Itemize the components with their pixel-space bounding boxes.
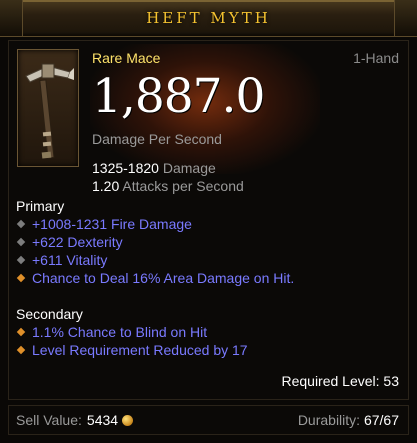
orange-diamond-icon (16, 273, 26, 283)
durability-label: Durability: (297, 412, 361, 428)
durability: Durability: 67/67 (298, 412, 399, 428)
dps-value: 1,887.0 (92, 69, 265, 124)
affix-text: +611 Vitality (32, 252, 108, 268)
speed-line: 1.20 Attacks per Second (92, 178, 244, 194)
item-icon-frame (17, 49, 79, 167)
dps-label: Damage Per Second (92, 131, 222, 147)
affix-text: Chance to Deal 16% Area Damage on Hit. (32, 270, 295, 286)
damage-label: Damage (162, 160, 216, 176)
grey-diamond-icon (16, 219, 26, 229)
gold-coin-icon (122, 414, 134, 426)
affix-row: 1.1% Chance to Blind on Hit (16, 324, 208, 340)
primary-title: Primary (16, 198, 65, 214)
sell-label: Sell Value: (16, 412, 82, 428)
affix-text: Level Requirement Reduced by 17 (32, 342, 248, 358)
damage-line: 1325-1820 Damage (92, 160, 216, 176)
affix-row: +611 Vitality (16, 252, 108, 268)
item-slot: 1-Hand (353, 50, 399, 66)
damage-value: 1325-1820 (92, 160, 159, 176)
affix-text: +1008-1231 Fire Damage (32, 216, 192, 232)
affix-text: 1.1% Chance to Blind on Hit (32, 324, 208, 340)
speed-value: 1.20 (92, 178, 120, 194)
affix-row: +1008-1231 Fire Damage (16, 216, 192, 232)
durability-value: 67/67 (363, 412, 399, 428)
grey-diamond-icon (16, 255, 26, 265)
affix-row: Level Requirement Reduced by 17 (16, 342, 248, 358)
orange-diamond-icon (16, 345, 26, 355)
sell-value: Sell Value: 5434 (16, 412, 134, 428)
required-level: Required Level: 53 (281, 373, 399, 389)
item-tooltip: HEFT MYTH Rare Mace 1-Hand 1,887.0 Damag… (0, 0, 417, 443)
grey-diamond-icon (16, 237, 26, 247)
secondary-title: Secondary (16, 306, 83, 322)
item-type: Rare Mace (92, 50, 161, 66)
affix-text: +622 Dexterity (32, 234, 123, 250)
affix-row: Chance to Deal 16% Area Damage on Hit. (16, 270, 295, 286)
item-name: HEFT MYTH (146, 9, 271, 27)
orange-diamond-icon (16, 327, 26, 337)
speed-label: Attacks per Second (122, 178, 244, 194)
mace-icon (25, 63, 74, 159)
tooltip-header: HEFT MYTH (0, 0, 417, 37)
affix-row: +622 Dexterity (16, 234, 123, 250)
sell-amount: 5434 (86, 412, 119, 428)
